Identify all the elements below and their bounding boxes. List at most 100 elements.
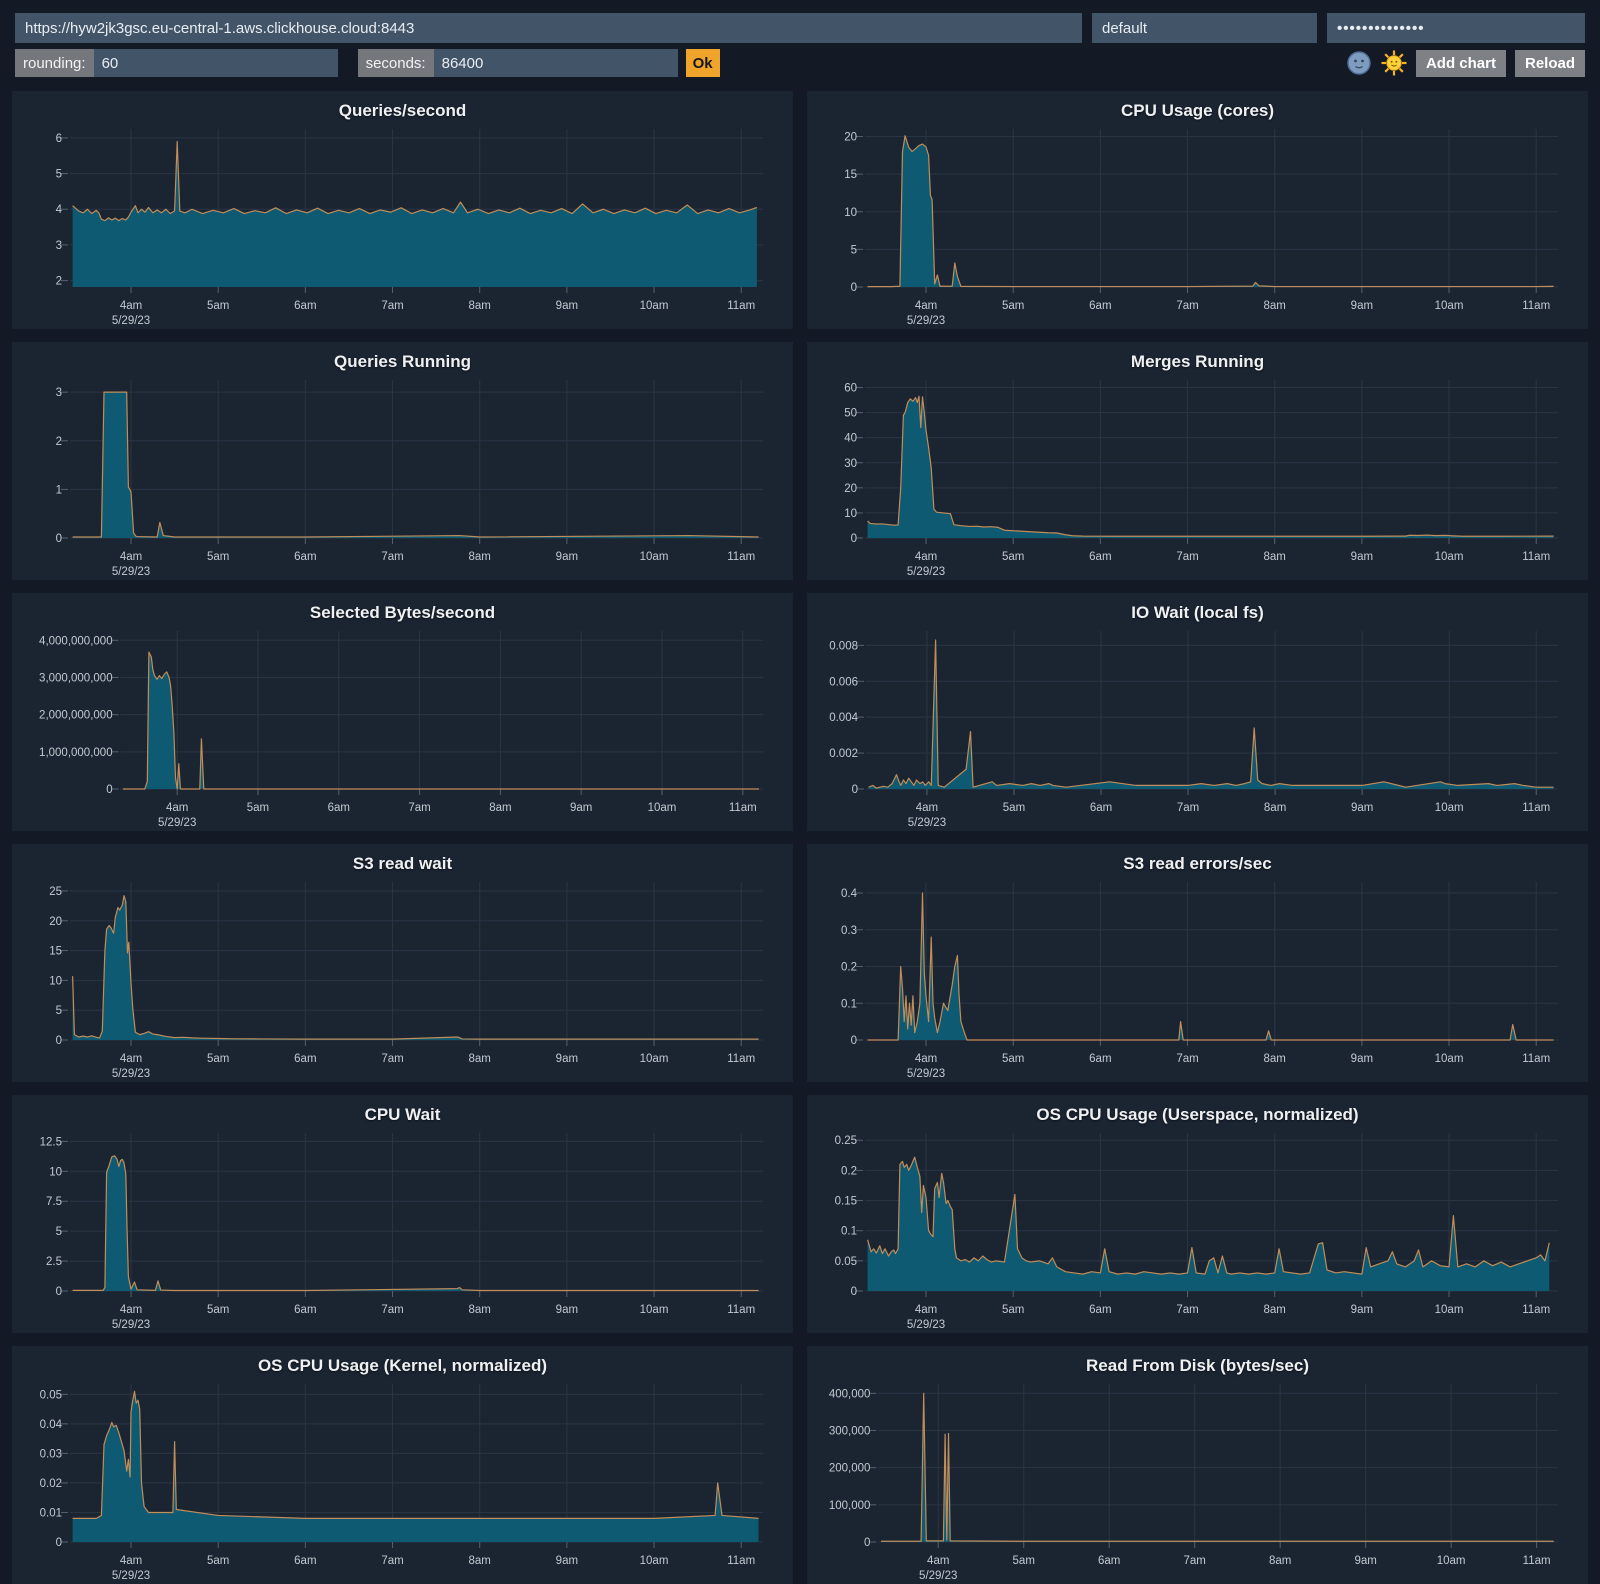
y-tick-label: 7.5 — [46, 1196, 62, 1208]
y-tick-label: 4 — [56, 204, 63, 216]
x-tick-label: 8am — [1269, 1555, 1291, 1567]
x-tick-label: 7am — [408, 802, 430, 814]
x-tick-label: 10am — [1435, 1304, 1464, 1316]
x-tick-label: 6am — [294, 1555, 316, 1567]
x-date-label: 5/29/23 — [158, 817, 196, 829]
x-date-label: 5/29/23 — [112, 566, 150, 578]
x-tick-label: 9am — [1351, 551, 1373, 563]
chart-plot-merges-running[interactable]: 01020304050604am5/29/235am6am7am8am9am10… — [807, 372, 1588, 580]
y-tick-label: 0.006 — [829, 676, 858, 688]
y-tick-label: 5 — [56, 169, 62, 181]
x-tick-label: 4am — [915, 551, 937, 563]
y-tick-label: 0 — [851, 282, 857, 294]
x-tick-label: 8am — [1264, 300, 1286, 312]
y-tick-label: 20 — [844, 483, 857, 495]
chart-plot-io-wait-local-fs[interactable]: 00.0020.0040.0060.0084am5/29/235am6am7am… — [807, 623, 1588, 831]
x-tick-label: 6am — [1098, 1555, 1120, 1567]
connection-row — [15, 13, 1585, 43]
y-tick-label: 0.2 — [841, 962, 857, 974]
y-tick-label: 40 — [844, 433, 857, 445]
x-tick-label: 8am — [1264, 1304, 1286, 1316]
y-tick-label: 60 — [844, 383, 857, 395]
y-tick-label: 0.008 — [829, 640, 858, 652]
chart-panel-s3-read-wait: S3 read wait05101520254am5/29/235am6am7a… — [12, 844, 793, 1082]
x-date-label: 5/29/23 — [908, 817, 946, 829]
x-date-label: 5/29/23 — [112, 1570, 150, 1582]
x-tick-label: 7am — [1184, 1555, 1206, 1567]
y-tick-label: 0 — [864, 1537, 870, 1549]
add-chart-button[interactable]: Add chart — [1416, 50, 1506, 77]
chart-panel-cpu-wait: CPU Wait02.557.51012.54am5/29/235am6am7a… — [12, 1095, 793, 1333]
chart-title-os-cpu-usage-userspace-normalized: OS CPU Usage (Userspace, normalized) — [807, 1095, 1588, 1125]
y-tick-label: 0 — [851, 533, 857, 545]
chart-panel-queries-per-second: Queries/second234564am5/29/235am6am7am8a… — [12, 91, 793, 329]
x-tick-label: 5am — [247, 802, 269, 814]
x-tick-label: 10am — [640, 551, 669, 563]
x-tick-label: 10am — [640, 1053, 669, 1065]
x-date-label: 5/29/23 — [112, 1319, 150, 1331]
x-date-label: 5/29/23 — [907, 1068, 945, 1080]
rounding-field: rounding: — [15, 49, 338, 77]
chart-plot-queries-running[interactable]: 01234am5/29/235am6am7am8am9am10am11am — [12, 372, 793, 580]
y-tick-label: 3 — [56, 387, 62, 399]
y-tick-label: 10 — [844, 207, 857, 219]
x-tick-label: 11am — [1523, 1555, 1551, 1567]
username-input[interactable] — [1092, 13, 1317, 43]
x-tick-label: 11am — [1522, 551, 1550, 563]
x-tick-label: 11am — [1522, 802, 1550, 814]
chart-plot-s3-read-wait[interactable]: 05101520254am5/29/235am6am7am8am9am10am1… — [12, 874, 793, 1082]
x-tick-label: 10am — [640, 1304, 669, 1316]
y-tick-label: 0 — [56, 1035, 62, 1047]
chart-plot-cpu-usage-cores[interactable]: 051015204am5/29/235am6am7am8am9am10am11a… — [807, 121, 1588, 329]
x-date-label: 5/29/23 — [112, 315, 150, 327]
chart-title-s3-read-wait: S3 read wait — [12, 844, 793, 874]
chart-plot-cpu-wait[interactable]: 02.557.51012.54am5/29/235am6am7am8am9am1… — [12, 1125, 793, 1333]
x-tick-label: 9am — [556, 551, 578, 563]
y-tick-label: 0.01 — [40, 1507, 62, 1519]
x-date-label: 5/29/23 — [907, 1319, 945, 1331]
y-tick-label: 6 — [56, 133, 62, 145]
y-tick-label: 3 — [56, 240, 62, 252]
reload-button[interactable]: Reload — [1515, 50, 1585, 77]
x-tick-label: 5am — [207, 300, 229, 312]
x-tick-label: 9am — [570, 802, 592, 814]
y-tick-label: 0.05 — [835, 1256, 857, 1268]
y-tick-label: 2.5 — [46, 1256, 62, 1268]
y-tick-label: 12.5 — [40, 1136, 62, 1148]
chart-title-merges-running: Merges Running — [807, 342, 1588, 372]
x-tick-label: 5am — [207, 1304, 229, 1316]
chart-plot-queries-per-second[interactable]: 234564am5/29/235am6am7am8am9am10am11am — [12, 121, 793, 329]
y-tick-label: 50 — [844, 408, 857, 420]
sun-icon[interactable] — [1381, 50, 1407, 76]
x-tick-label: 6am — [328, 802, 350, 814]
y-tick-label: 0.2 — [841, 1165, 857, 1177]
chart-panel-io-wait-local-fs: IO Wait (local fs)00.0020.0040.0060.0084… — [807, 593, 1588, 831]
chart-plot-os-cpu-usage-kernel-normalized[interactable]: 00.010.020.030.040.054am5/29/235am6am7am… — [12, 1376, 793, 1584]
chart-plot-os-cpu-usage-userspace-normalized[interactable]: 00.050.10.150.20.254am5/29/235am6am7am8a… — [807, 1125, 1588, 1333]
rounding-input[interactable] — [94, 49, 338, 77]
seconds-input[interactable] — [434, 49, 678, 77]
password-input[interactable] — [1327, 13, 1585, 43]
ok-button[interactable]: Ok — [686, 49, 720, 77]
y-tick-label: 0.04 — [40, 1419, 63, 1431]
y-tick-label: 5 — [851, 244, 857, 256]
y-tick-label: 0.4 — [841, 888, 858, 900]
chart-plot-selected-bytes-per-second[interactable]: 01,000,000,0002,000,000,0003,000,000,000… — [12, 623, 793, 831]
y-tick-label: 200,000 — [829, 1463, 871, 1475]
y-tick-label: 5 — [56, 1005, 62, 1017]
chart-plot-read-from-disk-bytes-per-sec[interactable]: 0100,000200,000300,000400,0004am5/29/235… — [807, 1376, 1588, 1584]
chart-title-io-wait-local-fs: IO Wait (local fs) — [807, 593, 1588, 623]
chart-title-selected-bytes-per-second: Selected Bytes/second — [12, 593, 793, 623]
moon-icon[interactable] — [1346, 50, 1372, 76]
chart-plot-s3-read-errors-per-sec[interactable]: 00.10.20.30.44am5/29/235am6am7am8am9am10… — [807, 874, 1588, 1082]
server-url-input[interactable] — [15, 13, 1082, 43]
y-tick-label: 10 — [844, 508, 857, 520]
x-tick-label: 5am — [207, 1053, 229, 1065]
x-tick-label: 10am — [640, 1555, 669, 1567]
x-tick-label: 8am — [469, 551, 491, 563]
y-tick-label: 0.25 — [835, 1135, 857, 1147]
x-tick-label: 11am — [729, 802, 757, 814]
seconds-label: seconds: — [358, 49, 434, 77]
x-tick-label: 7am — [1177, 802, 1199, 814]
x-date-label: 5/29/23 — [907, 315, 945, 327]
